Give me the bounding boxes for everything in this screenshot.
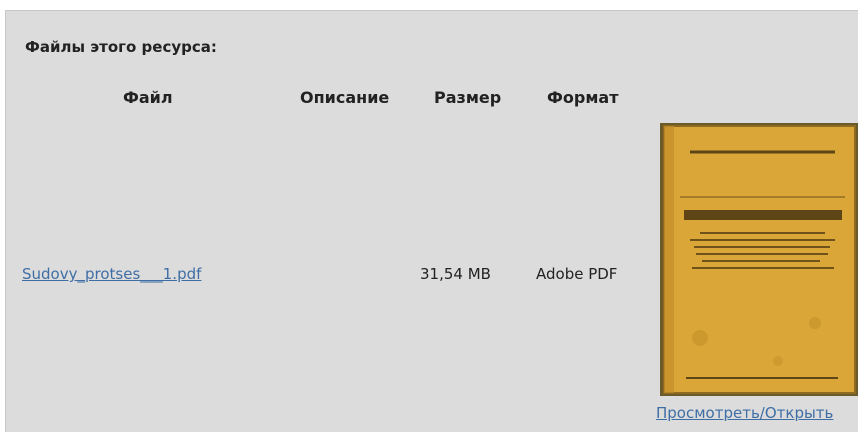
view-open-link[interactable]: Просмотреть/Открыть <box>656 404 833 422</box>
book-cover-thumbnail[interactable] <box>660 123 858 396</box>
cover-paper <box>664 126 855 393</box>
book-cover-image <box>660 123 858 396</box>
files-panel: Файлы этого ресурса: Файл Описание Разме… <box>5 10 858 432</box>
file-link[interactable]: Sudovy_protses___1.pdf <box>22 265 201 283</box>
column-header-description: Описание <box>300 88 390 107</box>
column-header-file: Файл <box>123 88 173 107</box>
section-title: Файлы этого ресурса: <box>25 38 217 56</box>
column-header-format: Формат <box>547 88 619 107</box>
file-size: 31,54 MB <box>420 265 491 283</box>
file-format: Adobe PDF <box>536 265 618 283</box>
column-header-size: Размер <box>434 88 502 107</box>
